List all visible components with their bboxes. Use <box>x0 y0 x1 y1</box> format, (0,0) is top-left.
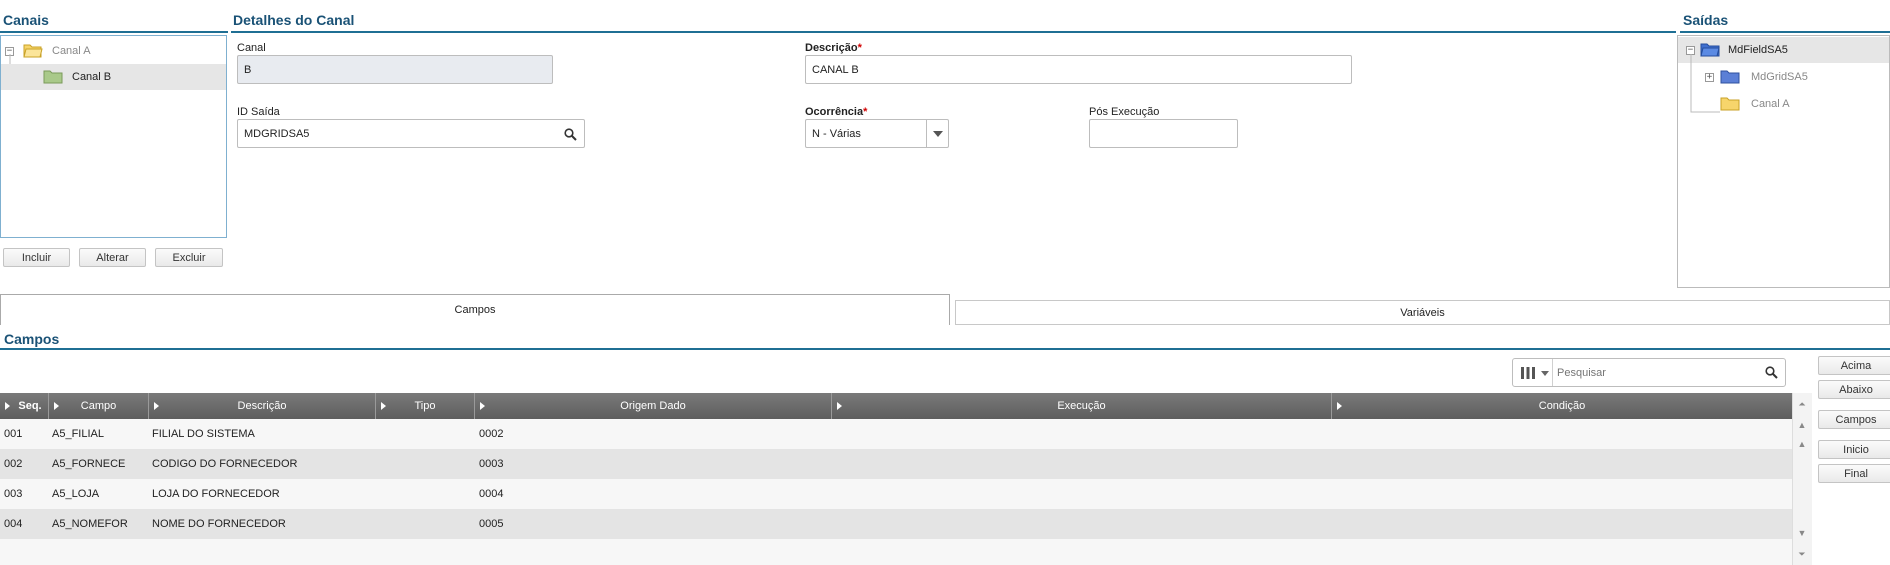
folder-icon <box>1720 97 1740 111</box>
saidas-tree-item-canal-a[interactable]: Canal A <box>1678 91 1889 117</box>
sort-arrow-icon <box>1337 402 1342 410</box>
cell-seq: 003 <box>4 488 23 500</box>
detalhes-title: Detalhes do Canal <box>233 12 355 28</box>
scroll-down-icon[interactable]: ▼ <box>1795 526 1809 540</box>
scroll-bottom-icon[interactable]: ⏷ <box>1795 547 1809 561</box>
cell-campo: A5_FORNECE <box>52 458 126 470</box>
id-saida-field[interactable]: MDGRIDSA5 <box>237 119 585 148</box>
chevron-down-icon <box>1541 371 1549 376</box>
column-header-tipo[interactable]: Tipo <box>376 393 475 419</box>
canal-field[interactable]: B <box>237 55 553 84</box>
acima-button[interactable]: Acima <box>1818 356 1890 375</box>
table-row[interactable]: 003 A5_LOJA LOJA DO FORNECEDOR 0004 <box>0 479 1792 509</box>
canais-tree: − Canal A Canal B <box>0 35 227 238</box>
saidas-title: Saídas <box>1683 12 1729 28</box>
cell-origem-dado: 0005 <box>479 518 504 530</box>
table-empty-area <box>0 539 1792 565</box>
cell-origem-dado: 0002 <box>479 428 504 440</box>
scroll-up-icon[interactable]: ▲ <box>1795 437 1809 451</box>
id-saida-value: MDGRIDSA5 <box>244 127 310 140</box>
cell-descricao: FILIAL DO SISTEMA <box>152 428 255 440</box>
pos-execucao-field[interactable] <box>1089 119 1238 148</box>
campos-title: Campos <box>4 331 60 347</box>
tree-item-label: Canal A <box>52 45 91 57</box>
campos-grid-header: Seq. Campo Descrição Tipo Origem Dado Ex… <box>0 393 1792 419</box>
tree-item-label: Canal A <box>1751 98 1790 110</box>
canal-label: Canal <box>237 42 266 54</box>
cell-seq: 002 <box>4 458 23 470</box>
tree-item-label: MdFieldSA5 <box>1728 44 1788 56</box>
search-input[interactable] <box>1557 363 1753 382</box>
inicio-button[interactable]: Inicio <box>1818 440 1890 459</box>
saidas-tree: − MdFieldSA5 + MdGridSA5 Canal A <box>1677 35 1890 288</box>
chevron-down-icon[interactable] <box>933 131 943 138</box>
column-header-seq[interactable]: Seq. <box>0 393 49 419</box>
cell-seq: 001 <box>4 428 23 440</box>
tree-item-label: MdGridSA5 <box>1751 71 1808 83</box>
table-row[interactable]: 002 A5_FORNECE CODIGO DO FORNECEDOR 0003 <box>0 449 1792 479</box>
tree-item-label: Canal B <box>72 71 112 83</box>
canais-title-line <box>0 31 228 33</box>
scroll-up-icon[interactable]: ▲ <box>1795 418 1809 432</box>
tab-variaveis[interactable]: Variáveis <box>955 300 1890 325</box>
table-row[interactable]: 004 A5_NOMEFOR NOME DO FORNECEDOR 0005 <box>0 509 1792 539</box>
cell-origem-dado: 0003 <box>479 458 504 470</box>
scroll-top-icon[interactable]: ⏶ <box>1795 397 1809 411</box>
column-header-condicao[interactable]: Condição <box>1332 393 1792 419</box>
campos-button[interactable]: Campos <box>1818 410 1890 429</box>
campos-title-line <box>0 348 1890 350</box>
search-icon[interactable] <box>1765 366 1778 379</box>
column-toggle-button[interactable] <box>1513 359 1553 386</box>
final-button[interactable]: Final <box>1818 464 1890 483</box>
expand-toggle-icon[interactable]: + <box>1705 73 1714 82</box>
canais-title: Canais <box>3 12 49 28</box>
column-header-origem-dado[interactable]: Origem Dado <box>475 393 832 419</box>
cell-campo: A5_LOJA <box>52 488 100 500</box>
saidas-title-line <box>1680 31 1890 33</box>
alterar-button[interactable]: Alterar <box>79 248 146 267</box>
folder-icon <box>1720 70 1740 84</box>
cell-seq: 004 <box>4 518 23 530</box>
search-icon[interactable] <box>564 128 577 141</box>
cell-campo: A5_NOMEFOR <box>52 518 128 530</box>
saidas-tree-item-mdgridsa5[interactable]: + MdGridSA5 <box>1678 64 1889 90</box>
column-header-execucao[interactable]: Execução <box>832 393 1332 419</box>
campos-search-box <box>1512 358 1786 387</box>
detalhes-title-line <box>231 31 1676 33</box>
cell-descricao: CODIGO DO FORNECEDOR <box>152 458 298 470</box>
sort-arrow-icon <box>54 402 59 410</box>
sort-arrow-icon <box>381 402 386 410</box>
required-marker: * <box>857 42 862 54</box>
abaixo-button[interactable]: Abaixo <box>1818 380 1890 399</box>
columns-icon <box>1521 367 1535 379</box>
incluir-button[interactable]: Incluir <box>3 248 70 267</box>
cell-campo: A5_FILIAL <box>52 428 104 440</box>
column-header-campo[interactable]: Campo <box>49 393 149 419</box>
cell-descricao: LOJA DO FORNECEDOR <box>152 488 280 500</box>
descricao-label: Descrição* <box>805 42 862 54</box>
pos-execucao-label: Pós Execução <box>1089 106 1160 118</box>
tab-campos[interactable]: Campos <box>0 294 950 325</box>
ocorrencia-label: Ocorrência* <box>805 106 868 118</box>
cell-descricao: NOME DO FORNECEDOR <box>152 518 286 530</box>
id-saida-label: ID Saída <box>237 106 280 118</box>
excluir-button[interactable]: Excluir <box>155 248 223 267</box>
required-marker: * <box>863 106 868 118</box>
ocorrencia-select[interactable]: N - Várias <box>805 119 949 148</box>
cell-origem-dado: 0004 <box>479 488 504 500</box>
sort-arrow-icon <box>837 402 842 410</box>
select-divider <box>926 120 927 147</box>
sort-arrow-icon <box>5 402 10 410</box>
table-row[interactable]: 001 A5_FILIAL FILIAL DO SISTEMA 0002 <box>0 419 1792 449</box>
sort-arrow-icon <box>154 402 159 410</box>
folder-icon <box>43 70 63 84</box>
canais-tree-item-canal-b[interactable]: Canal B <box>1 64 226 90</box>
descricao-field[interactable]: CANAL B <box>805 55 1352 84</box>
column-header-descricao[interactable]: Descrição <box>149 393 376 419</box>
ocorrencia-value: N - Várias <box>812 127 861 140</box>
sort-arrow-icon <box>480 402 485 410</box>
